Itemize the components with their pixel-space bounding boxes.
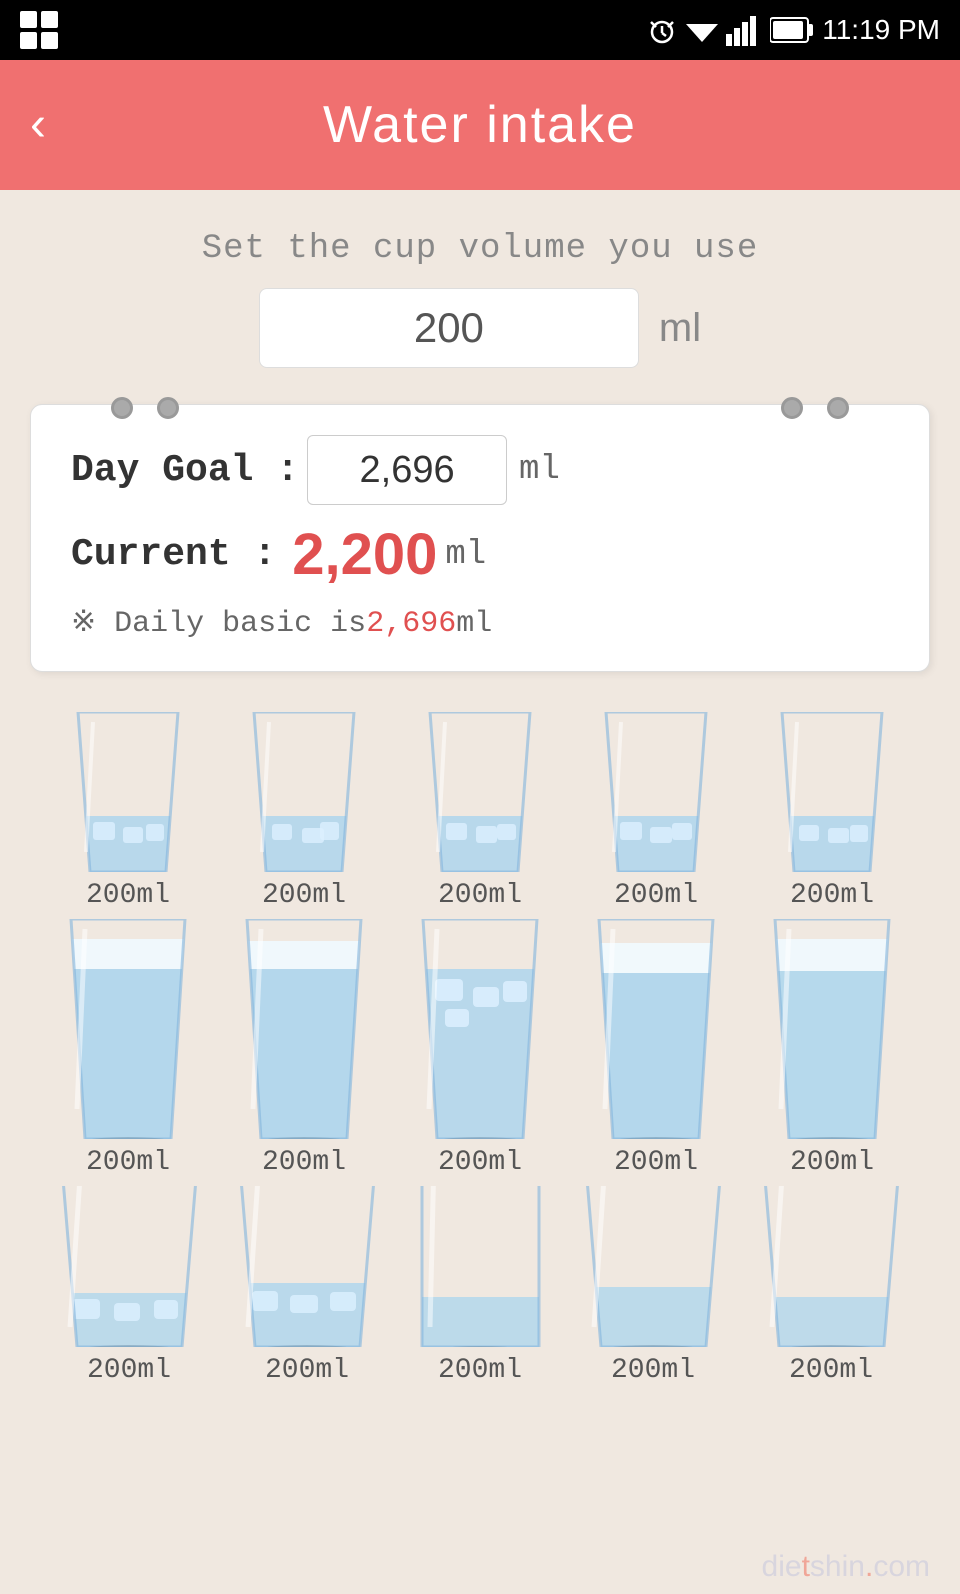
set-cup-label: Set the cup volume you use [30,230,930,268]
glass-svg-wide [754,1186,909,1347]
glass-item[interactable]: 200ml [405,919,555,1178]
glass-label: 200ml [790,880,874,911]
glass-svg [762,712,902,872]
glass-label: 200ml [262,1147,346,1178]
status-bar: 11:19 PM [0,0,960,60]
status-bar-left [20,11,58,49]
glass-svg [586,712,726,872]
glass-svg-wide [576,1186,731,1347]
glass-item[interactable]: 200ml [234,712,374,911]
day-goal-row: Day Goal : ml [71,435,889,505]
glasses-row-3: 200ml 200ml [30,1186,930,1386]
glass-svg-tall [757,919,907,1139]
pin-right-1 [781,397,803,419]
notepad-card: Day Goal : ml Current : 2,200 ml ※ Daily… [30,404,930,672]
daily-basic-prefix: ※ Daily basic is [71,607,366,641]
glass-label: 200ml [262,880,346,911]
glass-item[interactable]: 200ml [754,1186,909,1386]
glasses-row-1: 200ml 200ml [30,712,930,911]
glass-item[interactable]: 200ml [576,1186,731,1386]
glass-item[interactable]: 200ml [230,1186,385,1386]
glass-svg-tall [53,919,203,1139]
glass-svg-tall [581,919,731,1139]
glass-label: 200ml [789,1355,873,1386]
cup-volume-row: ml [30,288,930,368]
glass-item[interactable]: 200ml [410,712,550,911]
daily-basic-suffix: ml [456,607,492,641]
glass-svg [410,712,550,872]
glass-svg-wide [52,1186,207,1347]
glass-item[interactable]: 200ml [58,712,198,911]
glass-label: 200ml [438,1147,522,1178]
status-bar-right: 11:19 PM [646,14,940,46]
main-content: Set the cup volume you use ml Day Goal :… [0,190,960,1424]
glass-item[interactable]: 200ml [52,1186,207,1386]
header: ‹ Water intake [0,60,960,190]
page-title: Water intake [323,95,637,155]
cup-volume-input[interactable] [259,288,639,368]
wifi-icon [686,14,718,46]
day-goal-unit: ml [519,451,560,489]
glass-svg-wide [230,1186,385,1347]
glass-item[interactable]: 200ml [229,919,379,1178]
glasses-section: 200ml 200ml [30,702,930,1404]
glass-item[interactable]: 200ml [757,919,907,1178]
notepad-pins [31,397,929,419]
glass-label: 200ml [611,1355,695,1386]
glass-svg-tall [229,919,379,1139]
grid-icon [20,11,58,49]
glass-item[interactable]: 200ml [762,712,902,911]
glass-item[interactable]: 200ml [53,919,203,1178]
glasses-row-2: 200ml 200ml [30,919,930,1178]
pin-left-1 [111,397,133,419]
glass-label: 200ml [86,1147,170,1178]
glass-item[interactable]: 200ml [586,712,726,911]
cup-volume-unit: ml [659,306,701,351]
glass-label: 200ml [87,1355,171,1386]
pin-left-2 [157,397,179,419]
glass-svg-tall [405,919,555,1139]
day-goal-input[interactable] [307,435,507,505]
time-display: 11:19 PM [822,14,940,46]
glass-label: 200ml [438,880,522,911]
signal-icon [726,14,762,46]
watermark: dietshin.com [762,1550,930,1584]
daily-basic-value: 2,696 [366,607,456,641]
glass-svg [234,712,374,872]
current-unit: ml [445,536,486,574]
glass-label: 200ml [614,1147,698,1178]
back-button[interactable]: ‹ [30,101,46,149]
glass-label: 200ml [614,880,698,911]
glass-svg-wide-tall [408,1186,553,1347]
current-value: 2,200 [292,521,437,588]
glass-item[interactable]: 200ml [581,919,731,1178]
glass-label: 200ml [438,1355,522,1386]
glass-label: 200ml [790,1147,874,1178]
alarm-icon [646,14,678,46]
glass-item[interactable]: 200ml [408,1186,553,1386]
glass-label: 200ml [265,1355,349,1386]
current-label: Current : [71,533,276,576]
day-goal-label: Day Goal : [71,449,299,492]
glass-svg [58,712,198,872]
glass-label: 200ml [86,880,170,911]
current-row: Current : 2,200 ml [71,521,889,588]
battery-icon [770,16,814,44]
pin-right-2 [827,397,849,419]
daily-basic-row: ※ Daily basic is2,696ml [71,604,889,641]
